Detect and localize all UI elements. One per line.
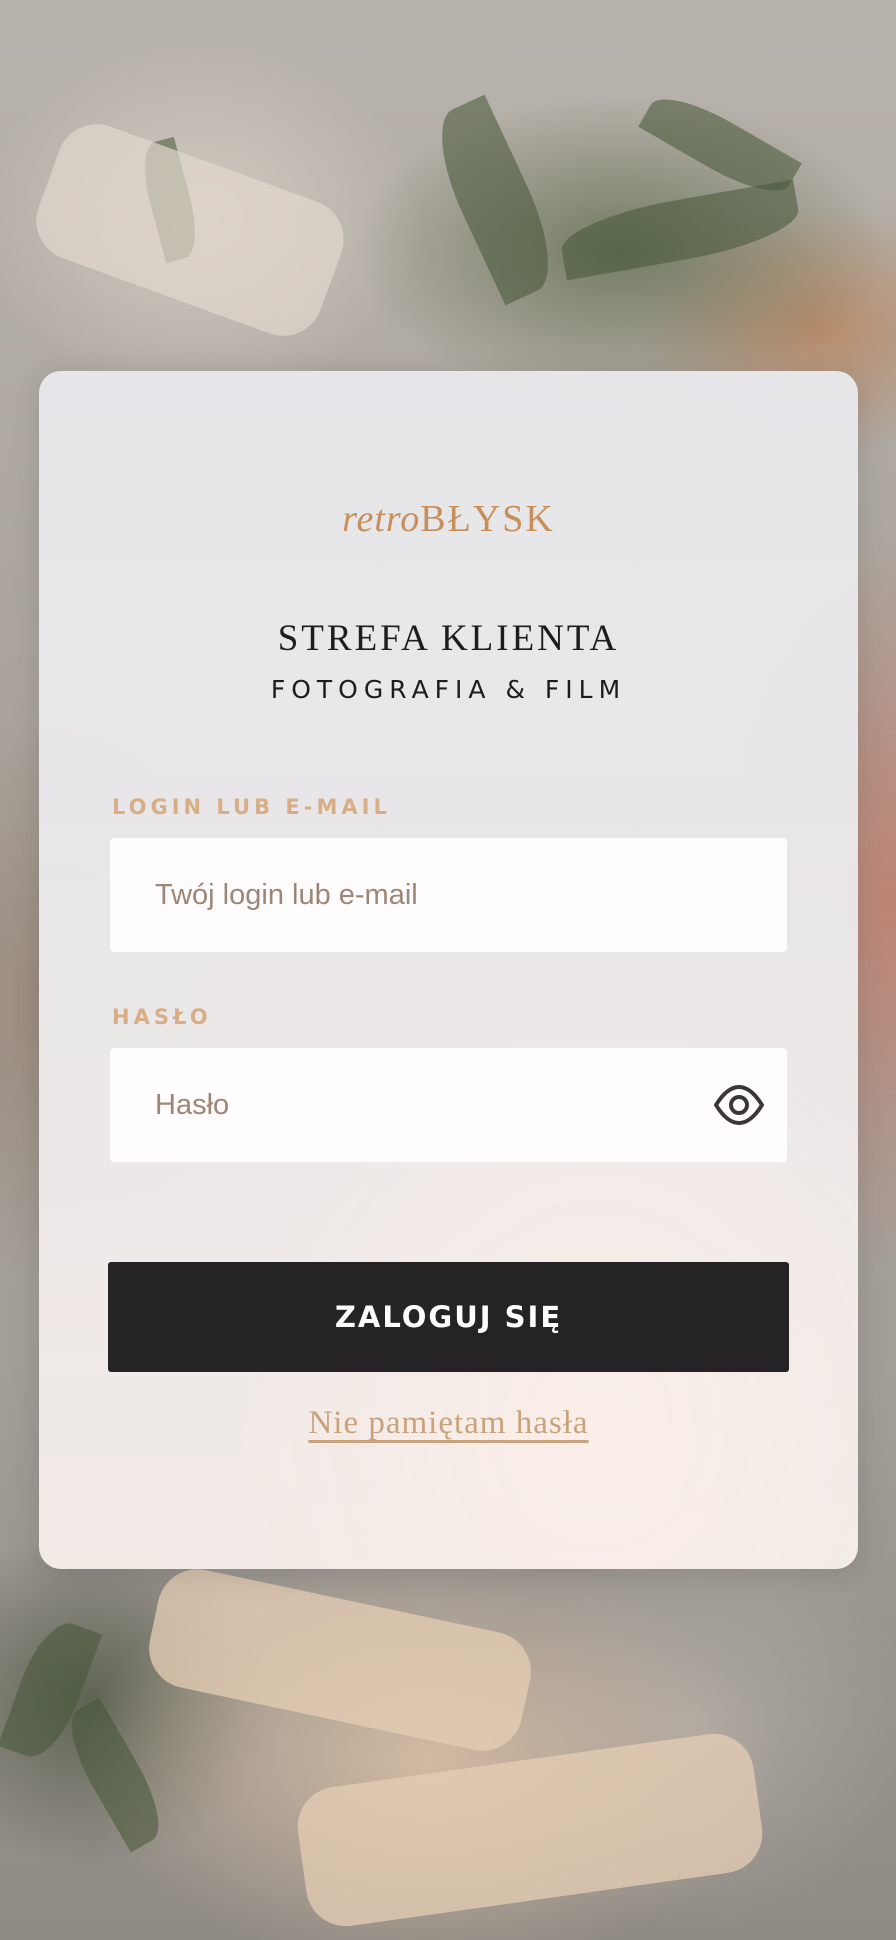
logo-retro: retro: [342, 498, 421, 540]
password-label: HASŁO: [112, 1005, 212, 1029]
page-subtitle: FOTOGRAFIA & FILM: [270, 675, 627, 704]
password-field-container: [110, 1048, 787, 1162]
brand-logo: retroBŁYSK: [39, 497, 858, 541]
login-button[interactable]: ZALOGUJ SIĘ: [108, 1262, 789, 1372]
page-title: STREFA KLIENTA: [277, 618, 620, 659]
logo-blysk: BŁYSK: [420, 498, 555, 540]
login-card: retroBŁYSK STREFA KLIENTA FOTOGRAFIA & F…: [39, 371, 858, 1569]
password-input[interactable]: [110, 1048, 787, 1162]
login-input[interactable]: [110, 838, 787, 952]
eye-icon[interactable]: [713, 1084, 765, 1126]
forgot-password-link[interactable]: Nie pamiętam hasła: [308, 1405, 588, 1441]
login-field-container: [110, 838, 787, 952]
forgot-password-container: Nie pamiętam hasła: [39, 1405, 858, 1442]
login-label: LOGIN LUB E-MAIL: [112, 795, 391, 819]
